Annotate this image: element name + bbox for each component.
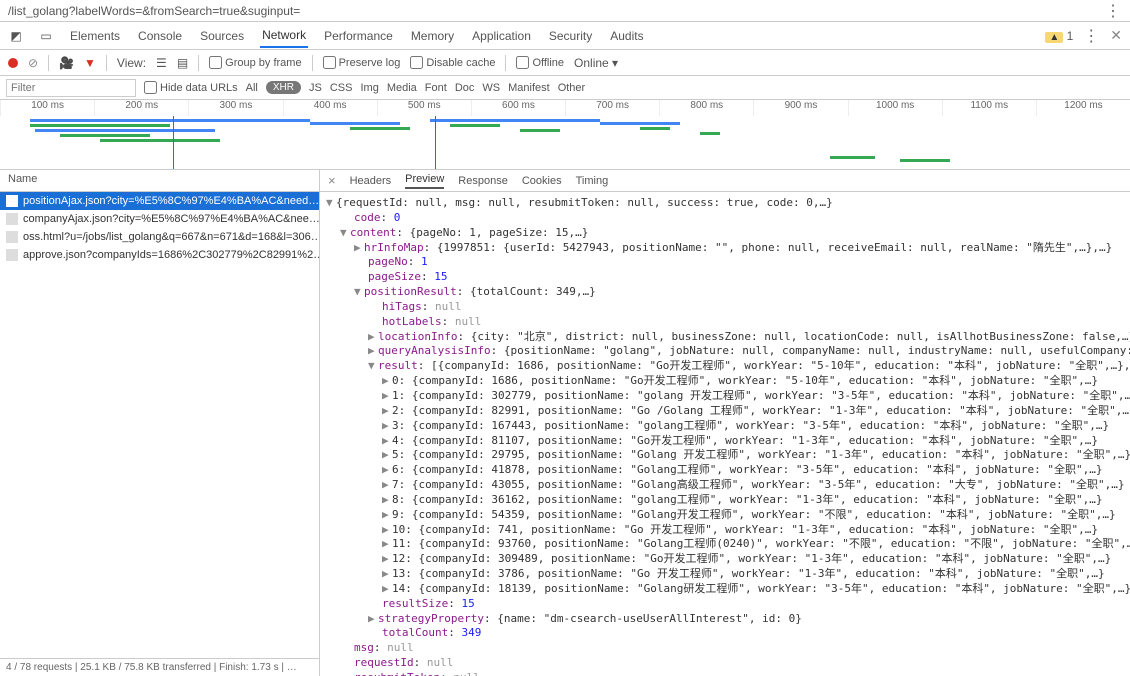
request-name: companyAjax.json?city=%E5%8C%97%E4%BA%AC… — [23, 213, 319, 225]
clear-icon[interactable]: ⊘ — [28, 56, 38, 70]
filter-bar: Hide data URLs All XHR JS CSS Img Media … — [0, 76, 1130, 100]
request-name: approve.json?companyIds=1686%2C302779%2C… — [23, 249, 319, 261]
request-name: oss.html?u=/jobs/list_golang&q=667&n=671… — [23, 231, 319, 243]
tab-network[interactable]: Network — [260, 24, 308, 48]
result-row[interactable]: ▶12: {companyId: 309489, positionName: "… — [326, 552, 1124, 567]
result-row[interactable]: ▶4: {companyId: 81107, positionName: "Go… — [326, 434, 1124, 449]
filter-input[interactable] — [6, 79, 136, 97]
timeline-tick: 1100 ms — [942, 100, 1036, 116]
timeline-tick: 1200 ms — [1036, 100, 1130, 116]
file-icon — [6, 231, 18, 243]
tab-audits[interactable]: Audits — [608, 25, 645, 47]
file-icon — [6, 249, 18, 261]
tab-console[interactable]: Console — [136, 25, 184, 47]
detail-pane: × Headers Preview Response Cookies Timin… — [320, 170, 1130, 676]
file-icon — [6, 213, 18, 225]
timeline-tick: 500 ms — [377, 100, 471, 116]
timeline-tick: 200 ms — [94, 100, 188, 116]
filter-doc[interactable]: Doc — [455, 82, 475, 94]
group-by-frame-checkbox[interactable]: Group by frame — [209, 56, 301, 69]
tab-performance[interactable]: Performance — [322, 25, 395, 47]
timeline-tick: 400 ms — [283, 100, 377, 116]
filter-all[interactable]: All — [246, 82, 258, 94]
request-list-header[interactable]: Name — [0, 170, 319, 192]
filter-manifest[interactable]: Manifest — [508, 82, 550, 94]
view-label: View: — [117, 56, 146, 70]
json-preview[interactable]: ▼{requestId: null, msg: null, resubmitTo… — [320, 192, 1130, 676]
filter-img[interactable]: Img — [360, 82, 378, 94]
close-icon[interactable]: × — [328, 173, 336, 188]
result-row[interactable]: ▶10: {companyId: 741, positionName: "Go … — [326, 523, 1124, 538]
device-icon[interactable]: ▭ — [38, 28, 54, 44]
kebab-icon[interactable]: ⋮ — [1105, 1, 1122, 21]
request-item[interactable]: approve.json?companyIds=1686%2C302779%2C… — [0, 246, 319, 264]
result-row[interactable]: ▶11: {companyId: 93760, positionName: "G… — [326, 537, 1124, 552]
tab-memory[interactable]: Memory — [409, 25, 456, 47]
timeline-tick: 600 ms — [471, 100, 565, 116]
detail-tab-headers[interactable]: Headers — [350, 175, 392, 187]
disable-cache-checkbox[interactable]: Disable cache — [410, 56, 495, 69]
offline-checkbox[interactable]: Offline — [516, 56, 564, 69]
filter-css[interactable]: CSS — [330, 82, 353, 94]
filter-xhr[interactable]: XHR — [266, 81, 301, 94]
status-bar: 4 / 78 requests | 25.1 KB / 75.8 KB tran… — [0, 658, 319, 676]
filter-js[interactable]: JS — [309, 82, 322, 94]
result-row[interactable]: ▶9: {companyId: 54359, positionName: "Go… — [326, 508, 1124, 523]
timeline-tick: 300 ms — [188, 100, 282, 116]
more-icon[interactable]: ⋮ — [1083, 26, 1100, 46]
record-icon[interactable] — [8, 58, 18, 68]
filter-ws[interactable]: WS — [482, 82, 500, 94]
url-text: /list_golang?labelWords=&fromSearch=true… — [8, 4, 300, 18]
request-item[interactable]: oss.html?u=/jobs/list_golang&q=667&n=671… — [0, 228, 319, 246]
result-row[interactable]: ▶3: {companyId: 167443, positionName: "g… — [326, 419, 1124, 434]
camera-icon[interactable]: 🎥 — [59, 56, 74, 70]
filter-icon[interactable]: ▼ — [84, 56, 96, 70]
request-item[interactable]: positionAjax.json?city=%E5%8C%97%E4%BA%A… — [0, 192, 319, 210]
timeline-tick: 100 ms — [0, 100, 94, 116]
tab-application[interactable]: Application — [470, 25, 533, 47]
tab-sources[interactable]: Sources — [198, 25, 246, 47]
result-row[interactable]: ▶8: {companyId: 36162, positionName: "go… — [326, 493, 1124, 508]
throttle-select[interactable]: Online ▾ — [574, 56, 618, 70]
filter-other[interactable]: Other — [558, 82, 586, 94]
filter-media[interactable]: Media — [387, 82, 417, 94]
network-timeline[interactable]: 100 ms200 ms300 ms400 ms500 ms600 ms700 … — [0, 100, 1130, 170]
detail-tab-cookies[interactable]: Cookies — [522, 175, 562, 187]
result-row[interactable]: ▶1: {companyId: 302779, positionName: "g… — [326, 389, 1124, 404]
filter-font[interactable]: Font — [425, 82, 447, 94]
preserve-log-checkbox[interactable]: Preserve log — [323, 56, 401, 69]
detail-tab-preview[interactable]: Preview — [405, 173, 444, 189]
inspect-icon[interactable]: ◩ — [8, 28, 24, 44]
result-row[interactable]: ▶7: {companyId: 43055, positionName: "Go… — [326, 478, 1124, 493]
result-row[interactable]: ▶5: {companyId: 29795, positionName: "Go… — [326, 448, 1124, 463]
tab-security[interactable]: Security — [547, 25, 594, 47]
timeline-tick: 1000 ms — [848, 100, 942, 116]
devtools-tabs: ◩ ▭ Elements Console Sources Network Per… — [0, 22, 1130, 50]
request-item[interactable]: companyAjax.json?city=%E5%8C%97%E4%BA%AC… — [0, 210, 319, 228]
close-icon[interactable]: ✕ — [1110, 27, 1122, 44]
timeline-tick: 900 ms — [753, 100, 847, 116]
detail-tab-response[interactable]: Response — [458, 175, 508, 187]
result-row[interactable]: ▶13: {companyId: 3786, positionName: "Go… — [326, 567, 1124, 582]
request-name: positionAjax.json?city=%E5%8C%97%E4%BA%A… — [23, 195, 319, 207]
result-row[interactable]: ▶2: {companyId: 82991, positionName: "Go… — [326, 404, 1124, 419]
result-row[interactable]: ▶0: {companyId: 1686, positionName: "Go开… — [326, 374, 1124, 389]
tab-elements[interactable]: Elements — [68, 25, 122, 47]
file-icon — [6, 195, 18, 207]
hide-data-urls-checkbox[interactable]: Hide data URLs — [144, 81, 238, 94]
request-list-pane: Name positionAjax.json?city=%E5%8C%97%E4… — [0, 170, 320, 676]
view-grid-icon[interactable]: ▤ — [177, 56, 188, 70]
detail-tab-timing[interactable]: Timing — [576, 175, 609, 187]
result-row[interactable]: ▶14: {companyId: 18139, positionName: "G… — [326, 582, 1124, 597]
network-toolbar: ⊘ 🎥 ▼ View: ☰ ▤ Group by frame Preserve … — [0, 50, 1130, 76]
url-bar[interactable]: /list_golang?labelWords=&fromSearch=true… — [0, 0, 1130, 22]
timeline-tick: 700 ms — [565, 100, 659, 116]
warning-badge[interactable]: ▲ 1 — [1045, 29, 1073, 43]
view-list-icon[interactable]: ☰ — [156, 56, 167, 70]
timeline-tick: 800 ms — [659, 100, 753, 116]
result-row[interactable]: ▶6: {companyId: 41878, positionName: "Go… — [326, 463, 1124, 478]
